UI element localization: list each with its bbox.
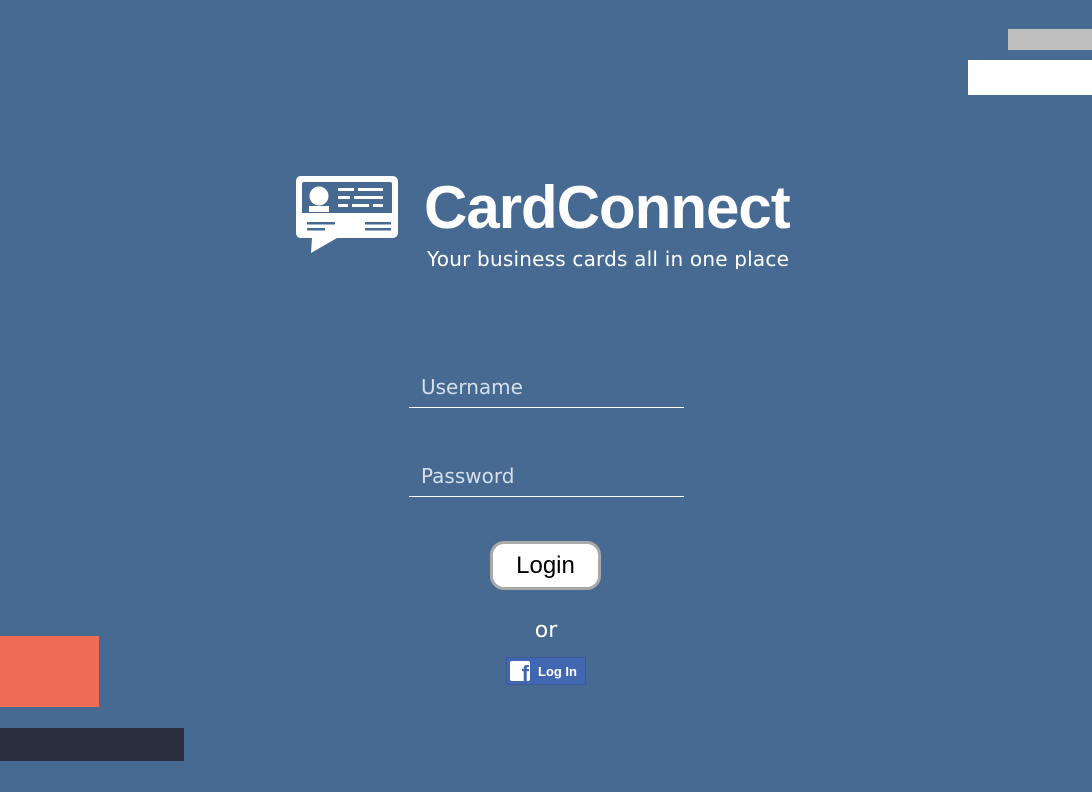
business-card-chat-icon <box>295 175 399 255</box>
brand-name: CardConnect <box>424 174 791 241</box>
decorative-gray-bar <box>1008 29 1092 50</box>
username-input[interactable] <box>409 366 684 408</box>
facebook-login-button[interactable]: f Log In <box>506 657 586 685</box>
facebook-login-label: Log In <box>538 663 577 679</box>
decorative-navy-bar <box>0 728 184 761</box>
decorative-coral-block <box>0 636 99 707</box>
brand-tagline: Your business cards all in one place <box>427 247 790 269</box>
login-button[interactable]: Login <box>490 541 601 590</box>
password-input[interactable] <box>409 455 684 497</box>
decorative-white-bar <box>968 60 1092 95</box>
or-separator: or <box>534 618 558 643</box>
facebook-f-icon: f <box>510 661 530 681</box>
